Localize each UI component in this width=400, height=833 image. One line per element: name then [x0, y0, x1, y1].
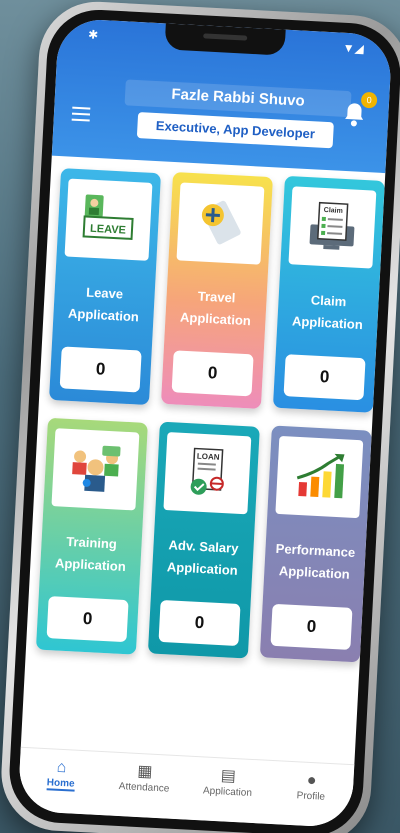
nav-label: Home [46, 777, 75, 792]
nav-label: Profile [296, 790, 326, 803]
notification-badge: 0 [360, 91, 378, 109]
phone-bezel: ✱ ▼◢ Fazle Rabbi Shuvo Executive, App De… [6, 7, 400, 833]
performance-chart-icon [275, 435, 364, 519]
nav-label: Application [202, 785, 253, 799]
nav-profile[interactable]: ● Profile [276, 769, 348, 804]
claim-application-card[interactable]: Claim Claim Application 0 [272, 175, 385, 413]
performance-count: 0 [270, 603, 353, 650]
card-title-line2: Application [179, 309, 252, 329]
nav-home[interactable]: ⌂ Home [25, 756, 97, 792]
svg-text:LEAVE: LEAVE [90, 223, 126, 237]
loan-icon: LOAN [163, 432, 252, 515]
claim-icon: Claim [288, 186, 377, 269]
training-icon [51, 428, 140, 511]
leave-count: 0 [59, 346, 142, 393]
user-name: Fazle Rabbi Shuvo [124, 79, 352, 118]
nav-attendance[interactable]: ▦ Attendance [109, 761, 181, 796]
home-icon: ⌂ [56, 758, 67, 777]
app-screen: ✱ ▼◢ Fazle Rabbi Shuvo Executive, App De… [17, 17, 393, 829]
svg-text:Claim: Claim [324, 207, 343, 215]
travel-count: 0 [171, 350, 254, 397]
svg-text:LOAN: LOAN [197, 452, 220, 462]
card-title-line2: Application [291, 313, 364, 333]
bottom-navigation: ⌂ Home ▦ Attendance ▤ Application ● Prof… [17, 746, 355, 829]
card-title: Training Application [44, 530, 138, 579]
card-title: Travel Application [169, 284, 263, 333]
card-title-line2: Application [166, 559, 239, 578]
adv-salary-application-card[interactable]: LOAN Adv. Salary Application 0 [147, 421, 260, 659]
user-role: Executive, App Developer [136, 112, 334, 149]
status-signal-icon: ▼◢ [342, 40, 365, 56]
application-grid: LEAVE Leave Application 0 Travel Applica… [35, 168, 387, 663]
phone-frame: ✱ ▼◢ Fazle Rabbi Shuvo Executive, App De… [0, 0, 400, 833]
card-title: Claim Application [281, 288, 375, 337]
card-title-line2: Application [278, 563, 351, 582]
nav-label: Attendance [118, 780, 170, 795]
adv-salary-count: 0 [158, 599, 241, 647]
speaker [203, 33, 248, 41]
leave-icon: LEAVE [64, 178, 153, 261]
card-title: Leave Application [57, 280, 151, 329]
performance-application-card[interactable]: Performance Application 0 [259, 425, 372, 663]
card-title-line2: Application [54, 555, 127, 575]
card-title: Performance Application [268, 538, 362, 587]
user-icon: ● [306, 771, 317, 790]
claim-count: 0 [283, 354, 366, 401]
training-application-card[interactable]: Training Application 0 [35, 417, 148, 655]
training-count: 0 [46, 596, 129, 643]
nav-application[interactable]: ▤ Application [192, 765, 264, 800]
card-title-line2: Application [67, 305, 140, 325]
leave-application-card[interactable]: LEAVE Leave Application 0 [49, 168, 162, 406]
card-title: Adv. Salary Application [156, 534, 250, 583]
travel-application-card[interactable]: Travel Application 0 [160, 171, 273, 409]
travel-icon [176, 182, 265, 265]
menu-icon[interactable] [71, 106, 91, 122]
status-settings-icon: ✱ [87, 27, 99, 42]
